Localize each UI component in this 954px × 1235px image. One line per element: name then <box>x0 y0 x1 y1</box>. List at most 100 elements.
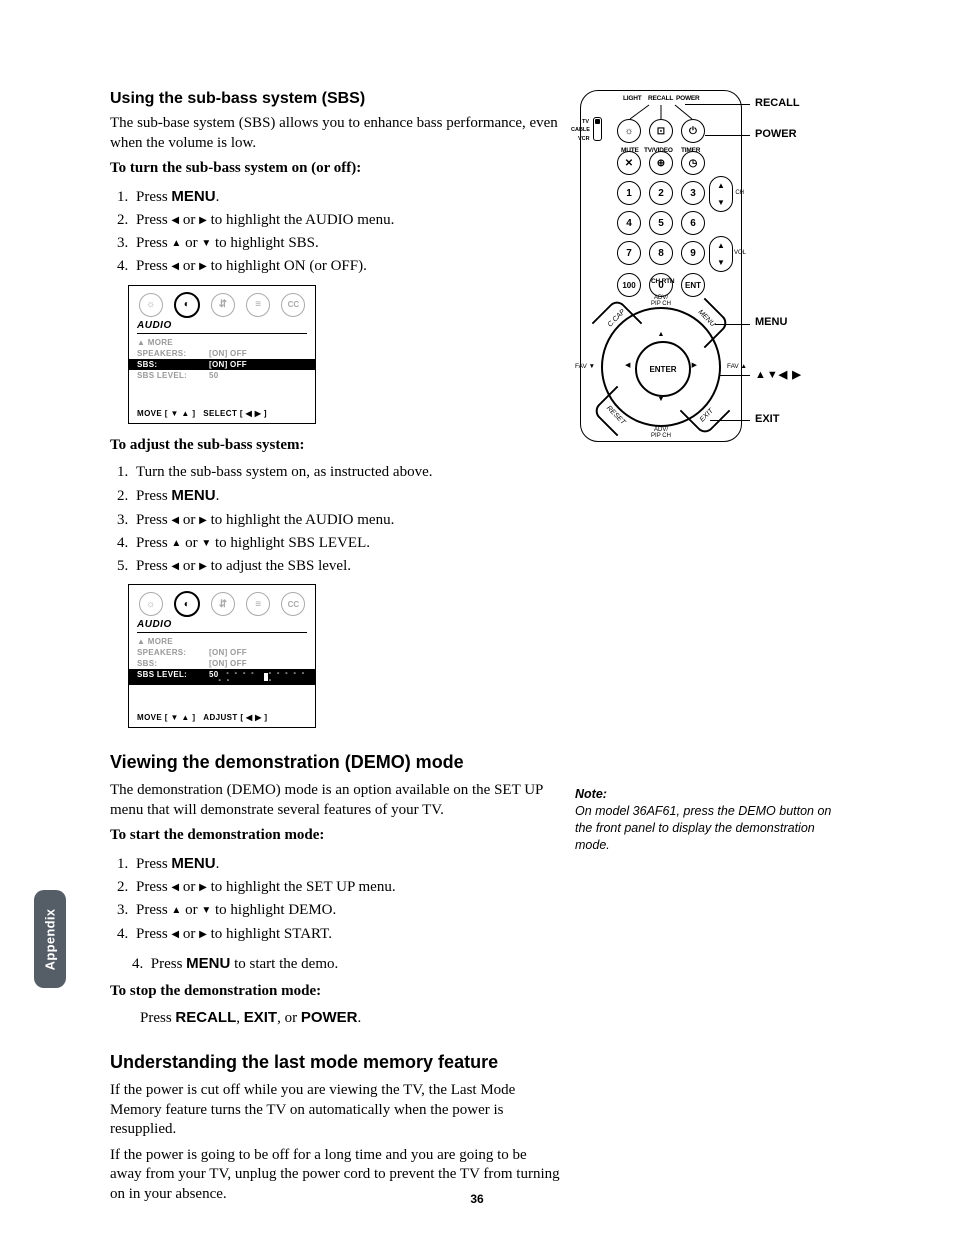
demo-stop-heading: To stop the demonstration mode: <box>110 982 560 1002</box>
equalizer-icon: ⇵ <box>211 293 235 317</box>
equalizer-icon: ⇵ <box>211 592 235 616</box>
osd-icon-row: ☼ ◐ ⇵ ≡ CC <box>129 286 315 320</box>
remote-figure: LIGHT RECALL POWER ☼ ⊡ ⏻ MUTE TV/VIDEO T… <box>570 90 860 442</box>
demo-step2: Press or to highlight the SET UP menu. <box>132 876 560 899</box>
left-arrow-icon <box>171 512 179 528</box>
num-1: 1 <box>617 181 641 205</box>
right-arrow-icon <box>199 926 207 942</box>
setup-icon: ≡ <box>246 592 270 616</box>
setup-icon: ≡ <box>246 293 270 317</box>
callout-recall: RECALL <box>755 97 800 109</box>
sbs-adj-step3: Press or to highlight the AUDIO menu. <box>132 509 560 532</box>
sbs-adj-step5: Press or to adjust the SBS level. <box>132 555 560 578</box>
slider-icon: - - - - - -- - - - - - <box>219 670 308 684</box>
label-tvvideo: TV/VIDEO <box>644 147 673 154</box>
tvvideo-button: ⊕ <box>649 151 673 175</box>
num-2: 2 <box>649 181 673 205</box>
cc-icon: CC <box>281 293 305 317</box>
num-7: 7 <box>617 241 641 265</box>
right-arrow-icon <box>199 212 207 228</box>
right-arrow-icon <box>199 258 207 274</box>
page-number: 36 <box>0 1192 954 1206</box>
sbs-on-step1: Press MENU. <box>132 185 560 209</box>
right-arrow-icon <box>199 879 207 895</box>
num-6: 6 <box>681 211 705 235</box>
demo-step3: Press or to highlight DEMO. <box>132 899 560 922</box>
demo-stop-line: Press RECALL, EXIT, or POWER. <box>140 1008 560 1029</box>
cc-icon: CC <box>281 592 305 616</box>
demo-steps: Press MENU. Press or to highlight the SE… <box>132 852 560 946</box>
label-light: LIGHT <box>623 95 642 102</box>
sbs-intro: The sub-base system (SBS) allows you to … <box>110 114 560 153</box>
osd-screenshot-sbslevel: ☼ ◐ ⇵ ≡ CC AUDIO ▲ MORE SPEAKERS:[ON] OF… <box>128 584 316 728</box>
num-4: 4 <box>617 211 641 235</box>
sbs-heading: Using the sub-bass system (SBS) <box>110 90 560 108</box>
osd-footer: MOVE [ ▼ ▲ ] ADJUST [ ◀ ▶ ] <box>129 709 315 727</box>
ent-button: ENT <box>681 273 705 297</box>
osd-footer: MOVE [ ▼ ▲ ] SELECT [ ◀ ▶ ] <box>129 405 315 423</box>
picture-icon: ☼ <box>139 592 163 616</box>
callout-line-arrows <box>720 375 750 376</box>
num-5: 5 <box>649 211 673 235</box>
demo-heading: Viewing the demonstration (DEMO) mode <box>110 752 560 773</box>
down-arrow-icon <box>201 235 211 251</box>
sbs-on-heading: To turn the sub-bass system on (or off): <box>110 159 560 179</box>
note-body: On model 36AF61, press the DEMO button o… <box>575 803 850 854</box>
num-9: 9 <box>681 241 705 265</box>
sbs-adj-step4: Press or to highlight SBS LEVEL. <box>132 532 560 555</box>
num-0: 0 <box>649 273 673 297</box>
label-power: POWER <box>676 95 700 102</box>
callout-line-power <box>705 135 750 136</box>
callout-power: POWER <box>755 128 797 140</box>
sbs-adjust-heading: To adjust the sub-bass system: <box>110 436 560 456</box>
audio-icon: ◐ <box>174 292 200 318</box>
left-arrow-icon <box>171 212 179 228</box>
callout-exit: EXIT <box>755 413 779 425</box>
num-3: 3 <box>681 181 705 205</box>
lastmode-p1: If the power is cut off while you are vi… <box>110 1081 560 1140</box>
enter-button: ENTER <box>635 341 691 397</box>
callout-line-exit <box>710 420 750 421</box>
osd-title: AUDIO <box>137 320 307 334</box>
vol-rocker: ▲ VOL ▼ <box>709 236 733 272</box>
label-mute: MUTE <box>621 147 639 154</box>
right-arrow-icon <box>199 558 207 574</box>
note-heading: Note: <box>575 786 850 803</box>
osd-more: ▲ MORE <box>137 636 307 647</box>
osd-sbs-selected: SBS:[ON] OFF <box>129 359 315 370</box>
audio-icon: ◐ <box>174 591 200 617</box>
osd-icon-row: ☼ ◐ ⇵ ≡ CC <box>129 585 315 619</box>
right-arrow-icon <box>199 512 207 528</box>
osd-sbslevel-selected: SBS LEVEL: 50 - - - - - -- - - - - - <box>129 669 315 685</box>
demo-intro: The demonstration (DEMO) mode is an opti… <box>110 781 560 820</box>
osd-speakers: SPEAKERS:[ON] OFF <box>137 348 307 359</box>
light-button: ☼ <box>617 119 641 143</box>
lastmode-heading: Understanding the last mode memory featu… <box>110 1052 560 1073</box>
up-arrow-icon <box>171 535 181 551</box>
up-arrow-icon <box>171 902 181 918</box>
sbs-adj-step2: Press MENU. <box>132 484 560 508</box>
device-switch: TV CABLE VCR <box>585 131 603 141</box>
osd-speakers: SPEAKERS:[ON] OFF <box>137 647 307 658</box>
left-arrow-icon <box>171 258 179 274</box>
callout-line-menu <box>715 324 750 325</box>
callout-line-recall <box>685 104 750 105</box>
timer-button: ◷ <box>681 151 705 175</box>
osd-screenshot-sbs: ☼ ◐ ⇵ ≡ CC AUDIO ▲ MORE SPEAKERS:[ON] OF… <box>128 285 316 424</box>
note-box: Note: On model 36AF61, press the DEMO bu… <box>575 786 850 854</box>
down-arrow-icon <box>201 902 211 918</box>
callout-arrows: ▲▼◀ ▶ <box>755 368 802 381</box>
sbs-adj-step1: Turn the sub-bass system on, as instruct… <box>132 461 560 484</box>
left-arrow-icon <box>171 558 179 574</box>
remote-outline: LIGHT RECALL POWER ☼ ⊡ ⏻ MUTE TV/VIDEO T… <box>580 90 742 442</box>
ch-rocker: ▲ CH ▼ <box>709 176 733 212</box>
recall-button: ⊡ <box>649 119 673 143</box>
label-timer: TIMER <box>681 147 700 154</box>
sbs-on-steps: Press MENU. Press or to highlight the AU… <box>132 185 560 279</box>
power-button: ⏻ <box>681 119 705 143</box>
sbs-on-step4: Press or to highlight ON (or OFF). <box>132 255 560 278</box>
picture-icon: ☼ <box>139 293 163 317</box>
demo-step4: Press or to highlight START. <box>132 923 560 946</box>
sbs-on-step2: Press or to highlight the AUDIO menu. <box>132 209 560 232</box>
callout-menu: MENU <box>755 316 787 328</box>
